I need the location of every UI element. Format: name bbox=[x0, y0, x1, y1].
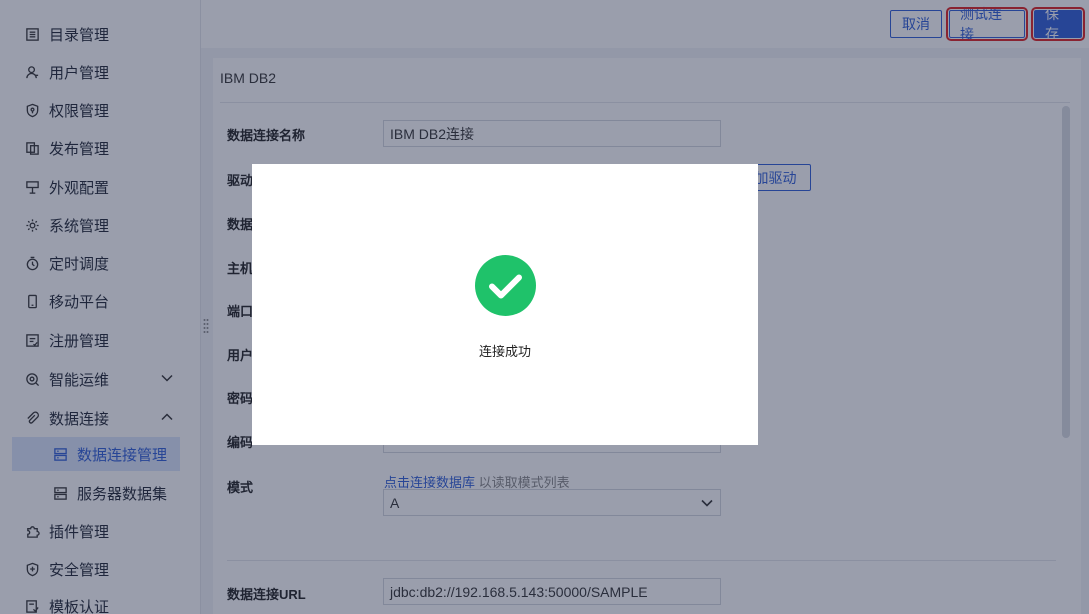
connection-success-dialog: 连接成功 bbox=[252, 164, 758, 445]
success-message: 连接成功 bbox=[478, 345, 531, 360]
success-check-icon bbox=[475, 255, 536, 316]
